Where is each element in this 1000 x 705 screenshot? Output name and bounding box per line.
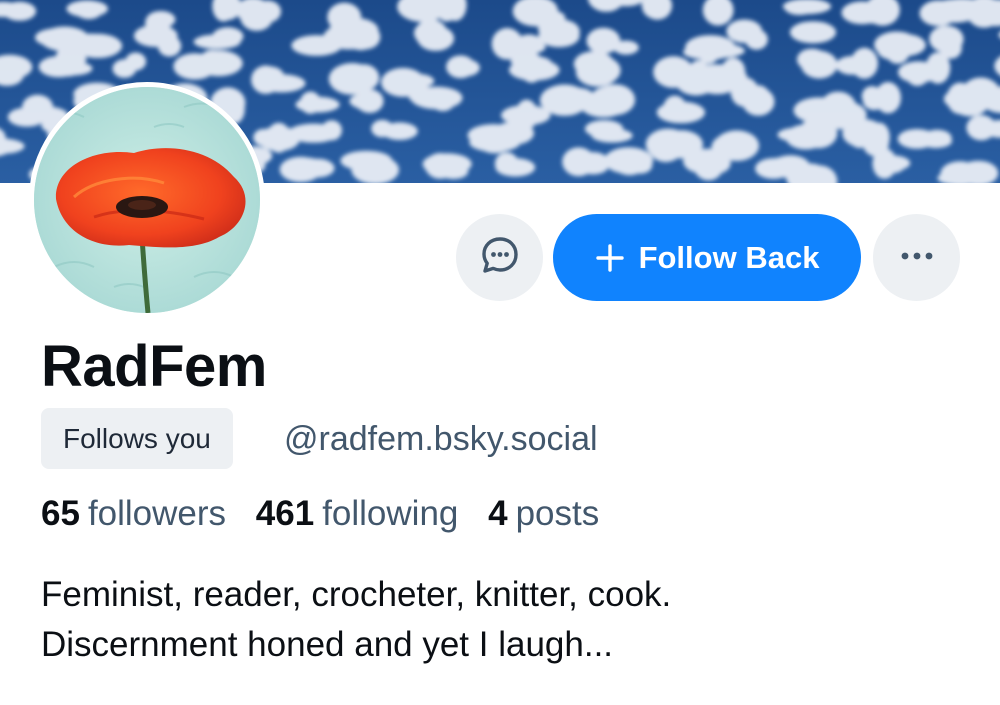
- plus-icon: [595, 243, 625, 273]
- following-stat[interactable]: 461 following: [256, 489, 459, 539]
- followers-count: 65: [41, 494, 80, 533]
- followers-stat[interactable]: 65 followers: [41, 489, 226, 539]
- profile-handle: @radfem.bsky.social: [284, 420, 598, 458]
- message-button[interactable]: [456, 214, 543, 301]
- follow-back-button[interactable]: Follow Back: [553, 214, 861, 301]
- more-options-button[interactable]: [873, 214, 960, 301]
- profile-bio: Feminist, reader, crocheter, knitter, co…: [41, 570, 961, 670]
- followers-label: followers: [87, 494, 227, 533]
- bio-line: Feminist, reader, crocheter, knitter, co…: [41, 575, 672, 614]
- posts-label: posts: [515, 494, 600, 533]
- display-name: RadFem: [41, 334, 267, 399]
- chat-bubble-icon: [480, 235, 520, 280]
- posts-count: 4: [488, 494, 508, 533]
- profile-stats: 65 followers 461 following 4 posts: [41, 489, 619, 539]
- ellipsis-icon: [897, 249, 937, 267]
- following-label: following: [322, 494, 459, 533]
- posts-stat: 4 posts: [488, 489, 599, 539]
- avatar[interactable]: [29, 82, 265, 318]
- bio-line: Discernment honed and yet I laugh...: [41, 625, 614, 664]
- following-count: 461: [255, 494, 315, 533]
- profile-page: Follow Back RadFem Follows you @radfem.b…: [0, 0, 1000, 705]
- follows-you-badge: Follows you: [41, 408, 233, 469]
- follow-back-label: Follow Back: [638, 239, 820, 275]
